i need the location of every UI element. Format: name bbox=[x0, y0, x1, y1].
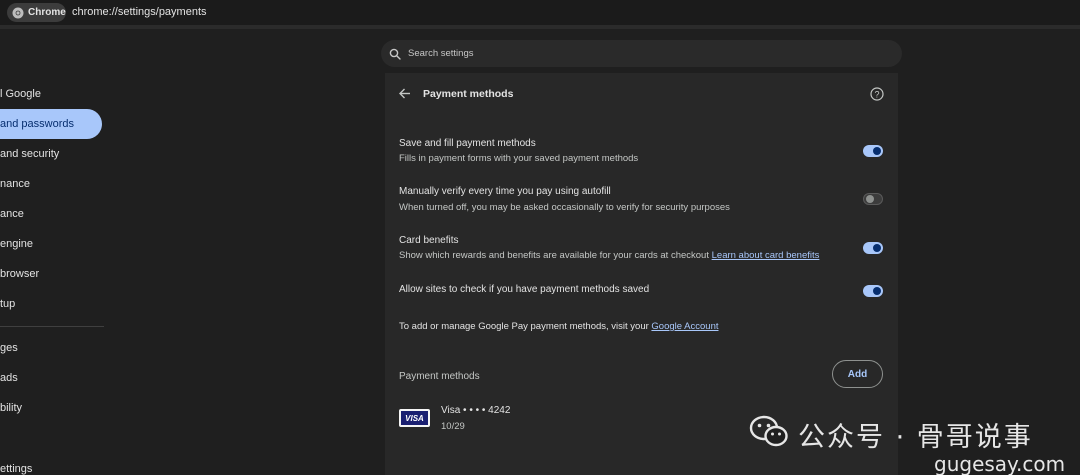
card-title: Payment methods bbox=[423, 88, 514, 100]
toggle-knob bbox=[873, 147, 881, 155]
google-pay-text: To add or manage Google Pay payment meth… bbox=[399, 321, 649, 332]
sidebar-item-label: bility bbox=[0, 402, 23, 414]
search-icon bbox=[389, 48, 401, 60]
sidebar-item-label: nance bbox=[0, 178, 30, 190]
back-arrow-icon[interactable] bbox=[398, 87, 411, 100]
sidebar-item-languages[interactable]: ges bbox=[0, 333, 102, 363]
sidebar: l Google and passwords and security nanc… bbox=[0, 73, 115, 475]
sidebar-item-label: ges bbox=[0, 342, 18, 354]
sidebar-item-performance[interactable]: nance bbox=[0, 169, 102, 199]
card-benefits-toggle[interactable] bbox=[863, 242, 883, 254]
setting-title: Manually verify every time you pay using… bbox=[399, 186, 611, 197]
sidebar-item-label: engine bbox=[0, 238, 34, 250]
sidebar-item-appearance[interactable]: ance bbox=[0, 199, 102, 229]
sidebar-item-label: and security bbox=[0, 148, 60, 160]
save-payment-methods-toggle[interactable] bbox=[863, 145, 883, 157]
setting-title: Card benefits bbox=[399, 235, 459, 246]
chrome-chip[interactable]: Chrome bbox=[7, 3, 66, 22]
watermark-text: 公众号 · 骨哥说事 bbox=[798, 422, 1033, 453]
toggle-knob bbox=[873, 244, 881, 252]
card-name[interactable]: Visa • • • • 4242 bbox=[441, 405, 510, 416]
url-text[interactable]: chrome://settings/payments bbox=[72, 6, 207, 18]
search-placeholder: Search settings bbox=[408, 48, 474, 59]
help-icon[interactable]: ? bbox=[870, 87, 884, 101]
add-payment-button[interactable]: Add bbox=[832, 360, 883, 388]
sidebar-item-search-engine[interactable]: engine bbox=[0, 229, 102, 259]
allow-sites-check-toggle[interactable] bbox=[863, 285, 883, 297]
sidebar-item-label: ads bbox=[0, 372, 18, 384]
sidebar-item-label: browser bbox=[0, 268, 40, 280]
svg-text:?: ? bbox=[874, 89, 879, 99]
manual-verify-toggle[interactable] bbox=[863, 193, 883, 205]
settings-header: ings Search settings bbox=[0, 25, 1080, 73]
wechat-logo-icon bbox=[749, 415, 788, 447]
sidebar-item-label: tup bbox=[0, 298, 16, 310]
sidebar-item-label: and passwords bbox=[0, 118, 74, 130]
card-expiry: 10/29 bbox=[441, 421, 465, 432]
section-label: Payment methods bbox=[399, 371, 480, 382]
sidebar-item-autofill-passwords[interactable]: and passwords bbox=[0, 109, 102, 139]
chrome-chip-label: Chrome bbox=[28, 7, 66, 18]
setting-title: Allow sites to check if you have payment… bbox=[399, 284, 650, 295]
sidebar-item-google[interactable]: l Google bbox=[0, 79, 102, 109]
sidebar-item-label: ance bbox=[0, 208, 24, 220]
sidebar-item-label: ettings bbox=[0, 463, 33, 475]
toggle-knob bbox=[866, 195, 874, 203]
sidebar-item-reset-settings[interactable]: ettings bbox=[0, 454, 102, 475]
sidebar-item-privacy-security[interactable]: and security bbox=[0, 139, 102, 169]
sidebar-item-accessibility[interactable]: bility bbox=[0, 393, 102, 423]
visa-logo: VISA bbox=[399, 409, 430, 427]
chrome-icon bbox=[12, 7, 24, 18]
toggle-knob bbox=[873, 287, 881, 295]
watermark-site: gugesay.com bbox=[934, 452, 1066, 475]
visa-brand: VISA bbox=[401, 411, 428, 425]
setting-subtitle: Show which rewards and benefits are avai… bbox=[399, 250, 819, 261]
sidebar-item-label: l Google bbox=[0, 88, 41, 100]
sidebar-item-default-browser[interactable]: browser bbox=[0, 259, 102, 289]
address-bar: Chrome chrome://settings/payments bbox=[0, 0, 1080, 25]
google-account-link[interactable]: Google Account bbox=[651, 321, 718, 332]
search-input[interactable]: Search settings bbox=[381, 40, 902, 67]
card-header: Payment methods ? bbox=[385, 73, 898, 115]
sidebar-item-downloads[interactable]: ads bbox=[0, 363, 102, 393]
setting-subtitle-text: Show which rewards and benefits are avai… bbox=[399, 250, 709, 261]
setting-title: Save and fill payment methods bbox=[399, 138, 536, 149]
setting-subtitle: When turned off, you may be asked occasi… bbox=[399, 202, 730, 213]
sidebar-item-on-startup[interactable]: tup bbox=[0, 289, 102, 319]
setting-subtitle: Fills in payment forms with your saved p… bbox=[399, 153, 639, 164]
google-pay-note: To add or manage Google Pay payment meth… bbox=[399, 321, 719, 332]
card-benefits-link[interactable]: Learn about card benefits bbox=[712, 250, 820, 261]
sidebar-divider bbox=[0, 326, 104, 327]
